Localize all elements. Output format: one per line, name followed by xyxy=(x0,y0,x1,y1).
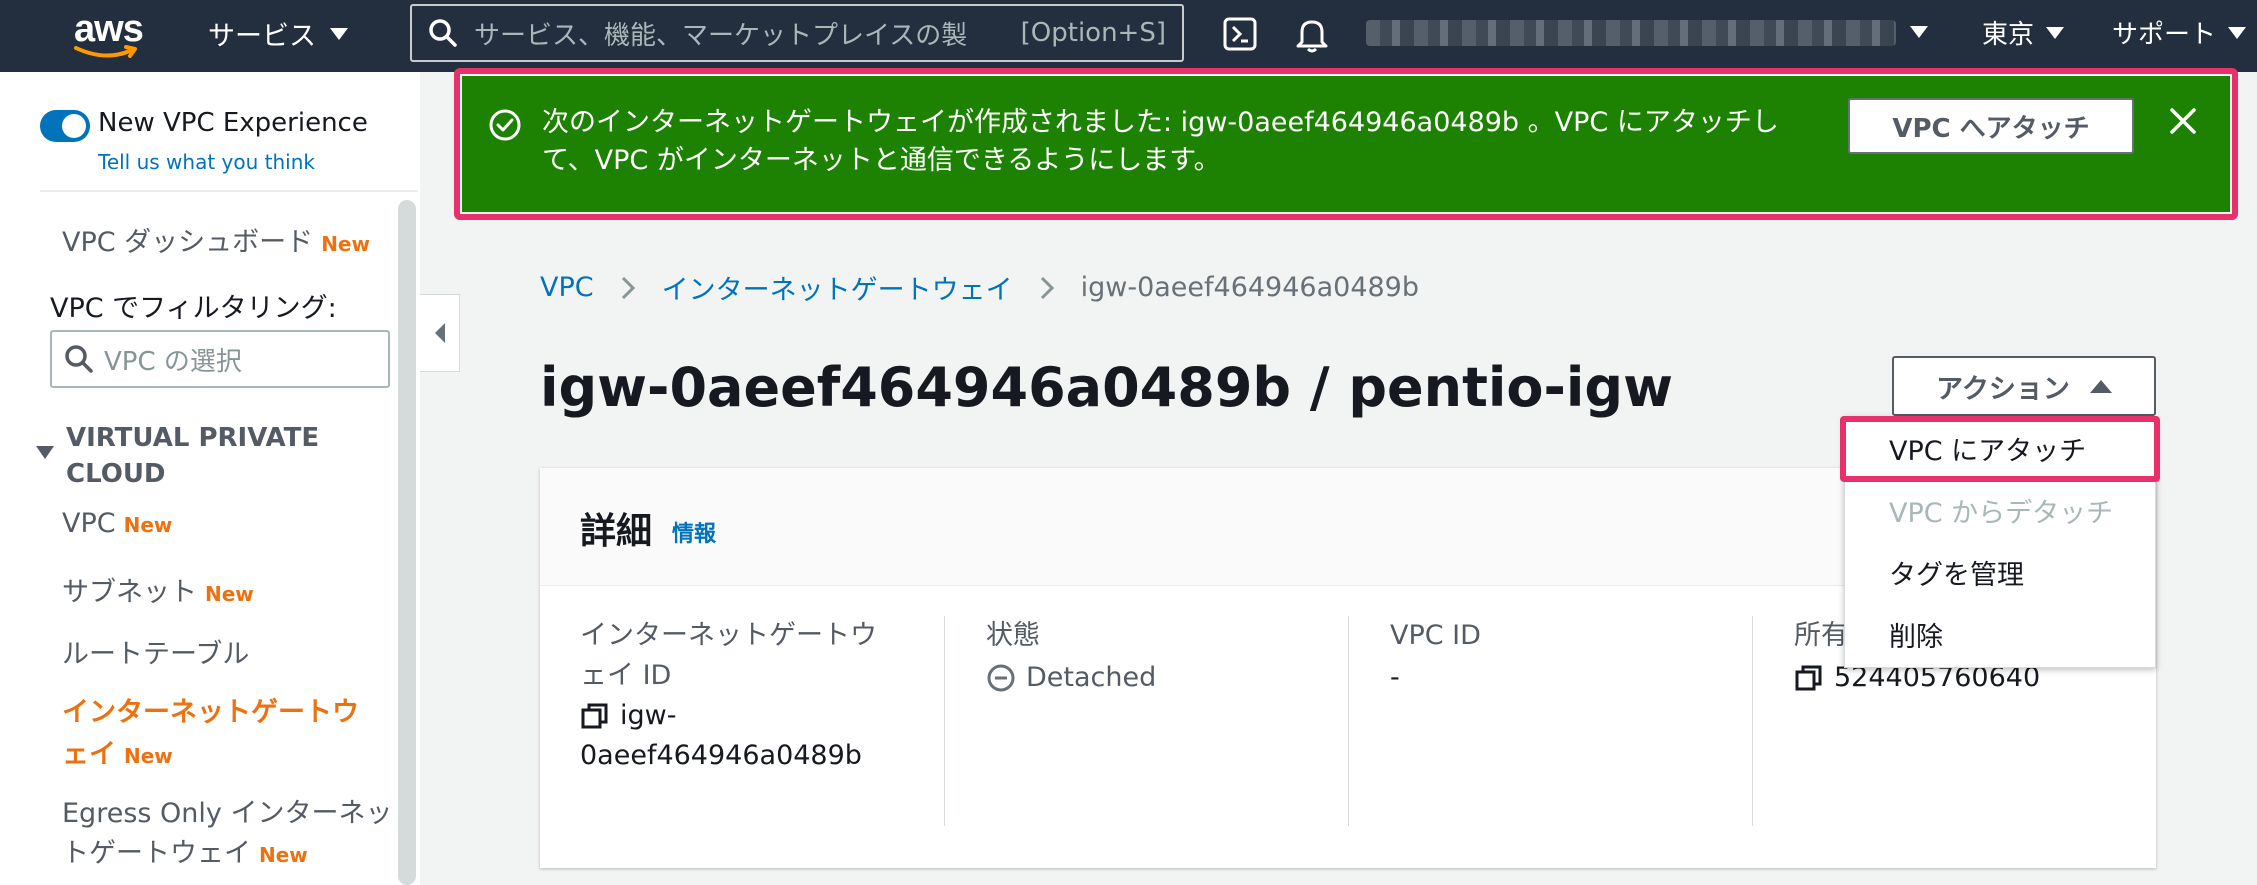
divider xyxy=(40,190,418,192)
new-badge: New xyxy=(124,744,173,768)
breadcrumb: VPC インターネットゲートウェイ igw-0aeef464946a0489b xyxy=(540,268,1419,307)
chevron-down-icon xyxy=(2228,26,2247,39)
search-input[interactable]: サービス、機能、マーケットプレイスの製 [Option+S] xyxy=(410,4,1184,62)
details-title: 詳細 xyxy=(580,511,653,552)
status-detached-icon xyxy=(987,664,1015,692)
breadcrumb-vpc[interactable]: VPC xyxy=(540,272,594,303)
copy-icon[interactable] xyxy=(1794,663,1824,693)
new-experience-toggle[interactable] xyxy=(40,110,90,142)
bell-icon[interactable] xyxy=(1294,16,1330,54)
search-placeholder: サービス、機能、マーケットプレイスの製 xyxy=(474,20,968,51)
sidebar-item-route-tables[interactable]: ルートテーブル xyxy=(62,632,249,671)
aws-logo[interactable]: aws xyxy=(72,8,144,64)
sidebar-item-internet-gateways[interactable]: インターネットゲートウ ェイ New xyxy=(62,692,359,777)
page-title: igw-0aeef464946a0489b / pentio-igw xyxy=(540,356,1673,419)
breadcrumb-current: igw-0aeef464946a0489b xyxy=(1080,272,1419,303)
new-badge: New xyxy=(321,232,370,256)
vpc-id-field: VPC ID - xyxy=(1390,616,1481,698)
field-value: igw- xyxy=(620,700,677,731)
sidebar-item-vpc-dashboard[interactable]: VPC ダッシュボード New xyxy=(62,220,370,259)
actions-label: アクション xyxy=(1936,373,2070,405)
account-menu[interactable] xyxy=(1366,20,1896,46)
field-label: インターネットゲートウ xyxy=(580,620,877,651)
chevron-down-icon[interactable] xyxy=(1910,26,1928,38)
field-label: 状態 xyxy=(986,620,1040,651)
field-value: Detached xyxy=(1026,662,1157,693)
menu-item-delete[interactable]: 削除 xyxy=(1889,615,1943,654)
sidebar-item-vpc[interactable]: VPC New xyxy=(62,508,172,539)
feedback-link[interactable]: Tell us what you think xyxy=(98,150,315,174)
column-divider xyxy=(1752,616,1753,826)
sidebar-item-label: ェイ xyxy=(62,739,116,770)
sidebar-scrollbar[interactable] xyxy=(398,200,416,885)
chevron-right-icon xyxy=(621,276,635,299)
field-label: ェイ ID xyxy=(580,660,672,691)
sidebar-item-label: VPC ダッシュボード xyxy=(62,227,314,258)
support-label: サポート xyxy=(2112,20,2217,50)
sidebar-item-label: ルートテーブル xyxy=(62,639,250,670)
chevron-down-icon xyxy=(330,27,348,40)
sidebar-item-label: トゲートウェイ xyxy=(62,838,251,869)
search-icon xyxy=(429,19,457,47)
sidebar-item-label: サブネット xyxy=(62,577,197,608)
vpc-filter-select[interactable]: VPC の選択 xyxy=(50,330,390,388)
menu-highlight-box xyxy=(1840,416,2160,482)
section-title[interactable]: VIRTUAL PRIVATE CLOUD xyxy=(66,420,366,492)
region-selector[interactable]: 東京 xyxy=(1982,14,2065,51)
caret-up-icon xyxy=(2089,379,2112,393)
new-badge: New xyxy=(123,513,173,537)
caret-down-icon[interactable] xyxy=(36,446,54,459)
search-shortcut: [Option+S] xyxy=(1020,18,1166,48)
sidebar-item-label: インターネットゲートウ xyxy=(62,697,359,728)
igw-id-field: インターネットゲートウ ェイ ID igw- 0aeef464946a0489b xyxy=(580,616,877,776)
sidebar-item-label: Egress Only インターネッ xyxy=(62,798,393,829)
new-badge: New xyxy=(205,582,254,606)
services-label: サービス xyxy=(208,21,316,52)
actions-button[interactable]: アクション xyxy=(1892,356,2156,416)
field-value: - xyxy=(1390,662,1400,693)
info-link[interactable]: 情報 xyxy=(672,516,716,548)
caret-left-icon xyxy=(434,323,445,343)
flash-highlight-box xyxy=(454,68,2238,220)
new-badge: New xyxy=(259,843,308,867)
menu-item-manage-tags[interactable]: タグを管理 xyxy=(1889,553,2024,592)
sidebar-item-label: VPC xyxy=(62,508,116,539)
filter-label: VPC でフィルタリング: xyxy=(50,293,337,324)
sidebar: New VPC Experience Tell us what you thin… xyxy=(0,72,420,885)
cloudshell-icon[interactable] xyxy=(1222,16,1258,52)
aws-smile-icon xyxy=(74,45,137,58)
support-menu[interactable]: サポート xyxy=(2112,14,2247,51)
state-field: 状態 Detached xyxy=(986,616,1156,698)
services-menu[interactable]: サービス xyxy=(208,14,348,53)
sidebar-collapse-button[interactable] xyxy=(420,294,460,372)
copy-icon[interactable] xyxy=(580,701,610,731)
column-divider xyxy=(944,616,945,826)
column-divider xyxy=(1348,616,1349,826)
breadcrumb-internet-gateways[interactable]: インターネットゲートウェイ xyxy=(662,268,1013,307)
search-icon xyxy=(65,345,93,373)
new-experience-label: New VPC Experience xyxy=(98,108,368,138)
region-label: 東京 xyxy=(1982,20,2035,50)
sidebar-item-egress-only-igw[interactable]: Egress Only インターネッ トゲートウェイ New xyxy=(62,794,392,875)
top-navigation: aws サービス サービス、機能、マーケットプレイスの製 [Option+S] … xyxy=(0,0,2257,72)
chevron-down-icon xyxy=(2046,26,2065,39)
field-label: VPC ID xyxy=(1390,620,1481,651)
chevron-right-icon xyxy=(1040,276,1054,299)
filter-placeholder: VPC の選択 xyxy=(104,346,242,377)
sidebar-item-subnets[interactable]: サブネット New xyxy=(62,570,254,609)
field-value: 0aeef464946a0489b xyxy=(580,740,862,771)
menu-item-detach-from-vpc: VPC からデタッチ xyxy=(1889,498,2114,529)
